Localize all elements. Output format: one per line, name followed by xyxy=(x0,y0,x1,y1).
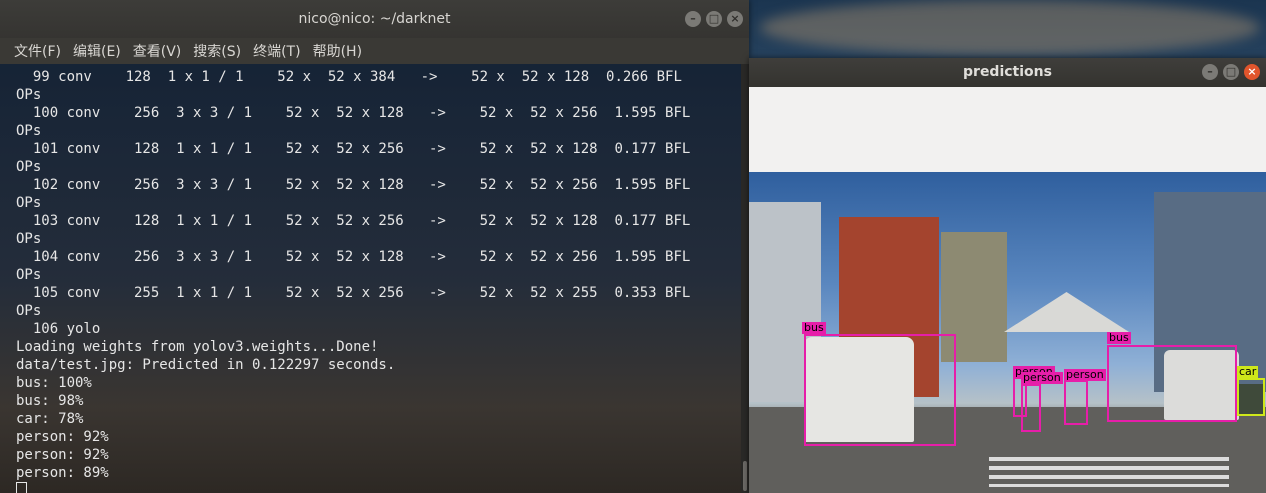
terminal-line: data/test.jpg: Predicted in 0.122297 sec… xyxy=(16,357,396,373)
scrollbar-thumb[interactable] xyxy=(743,461,747,491)
terminal-line: 106 yolo xyxy=(16,321,101,337)
minimize-button[interactable]: – xyxy=(1202,64,1218,80)
terminal-scrollbar[interactable] xyxy=(741,64,749,493)
terminal-titlebar[interactable]: nico@nico: ~/darknet – □ × xyxy=(0,0,749,38)
terminal-text: 99 conv 128 1 x 1 / 1 52 x 52 x 384 -> 5… xyxy=(0,64,741,493)
menu-edit[interactable]: 编辑(E) xyxy=(73,41,121,61)
maximize-button[interactable]: □ xyxy=(706,11,722,27)
detection-box-bus xyxy=(1107,345,1237,422)
wallpaper-cloud xyxy=(760,0,1260,55)
predictions-blank-area xyxy=(749,87,1266,172)
detection-box-person xyxy=(1064,380,1088,425)
detection-box-bus xyxy=(804,334,956,446)
terminal-line: 99 conv 128 1 x 1 / 1 52 x 52 x 384 -> 5… xyxy=(16,69,682,85)
terminal-line: 105 conv 255 1 x 1 / 1 52 x 52 x 256 -> … xyxy=(16,285,691,301)
menu-file[interactable]: 文件(F) xyxy=(14,41,61,61)
terminal-output[interactable]: 99 conv 128 1 x 1 / 1 52 x 52 x 384 -> 5… xyxy=(0,64,741,493)
terminal-window-controls: – □ × xyxy=(685,11,743,27)
predictions-titlebar[interactable]: predictions – □ × xyxy=(749,58,1266,87)
detection-label-car: car xyxy=(1237,365,1259,378)
terminal-line: OPs xyxy=(16,303,42,319)
detection-label-bus: bus xyxy=(802,321,826,334)
terminal-line: OPs xyxy=(16,123,42,139)
terminal-line: 100 conv 256 3 x 3 / 1 52 x 52 x 128 -> … xyxy=(16,105,691,121)
terminal-line: 104 conv 256 3 x 3 / 1 52 x 52 x 128 -> … xyxy=(16,249,691,265)
terminal-line: person: 92% xyxy=(16,429,109,445)
terminal-line: OPs xyxy=(16,159,42,175)
terminal-line: OPs xyxy=(16,231,42,247)
maximize-button[interactable]: □ xyxy=(1223,64,1239,80)
menu-terminal[interactable]: 终端(T) xyxy=(253,41,300,61)
crosswalk xyxy=(989,457,1229,487)
terminal-line: 103 conv 128 1 x 1 / 1 52 x 52 x 256 -> … xyxy=(16,213,691,229)
terminal-line: car: 78% xyxy=(16,411,84,427)
predictions-title: predictions xyxy=(963,64,1052,80)
detection-label-person: person xyxy=(1064,368,1106,381)
terminal-cursor xyxy=(16,482,27,493)
terminal-line: OPs xyxy=(16,195,42,211)
close-button[interactable]: × xyxy=(727,11,743,27)
terminal-line: bus: 98% xyxy=(16,393,84,409)
terminal-line: person: 89% xyxy=(16,465,109,481)
terminal-line: 101 conv 128 1 x 1 / 1 52 x 52 x 256 -> … xyxy=(16,141,691,157)
detection-box-car xyxy=(1237,378,1265,416)
terminal-line: bus: 100% xyxy=(16,375,92,391)
detection-box-person xyxy=(1021,384,1041,432)
minimize-button[interactable]: – xyxy=(685,11,701,27)
station-roof xyxy=(1004,292,1129,332)
predictions-window-controls: – □ × xyxy=(1202,64,1260,80)
menu-view[interactable]: 查看(V) xyxy=(133,41,182,61)
detection-label-bus: bus xyxy=(1107,331,1131,344)
terminal-menubar: 文件(F) 编辑(E) 查看(V) 搜索(S) 终端(T) 帮助(H) xyxy=(0,38,749,64)
menu-help[interactable]: 帮助(H) xyxy=(313,41,362,61)
detection-image: bus bus person person person car xyxy=(749,172,1266,493)
detection-label-person: person xyxy=(1021,371,1063,384)
terminal-line: OPs xyxy=(16,87,42,103)
close-button[interactable]: × xyxy=(1244,64,1260,80)
predictions-window[interactable]: predictions – □ × bus bus person person … xyxy=(749,58,1266,493)
terminal-window[interactable]: nico@nico: ~/darknet – □ × 文件(F) 编辑(E) 查… xyxy=(0,0,749,493)
menu-search[interactable]: 搜索(S) xyxy=(193,41,241,61)
terminal-line: person: 92% xyxy=(16,447,109,463)
terminal-line: OPs xyxy=(16,267,42,283)
terminal-title: nico@nico: ~/darknet xyxy=(298,11,451,27)
terminal-line: 102 conv 256 3 x 3 / 1 52 x 52 x 128 -> … xyxy=(16,177,691,193)
terminal-line: Loading weights from yolov3.weights...Do… xyxy=(16,339,379,355)
